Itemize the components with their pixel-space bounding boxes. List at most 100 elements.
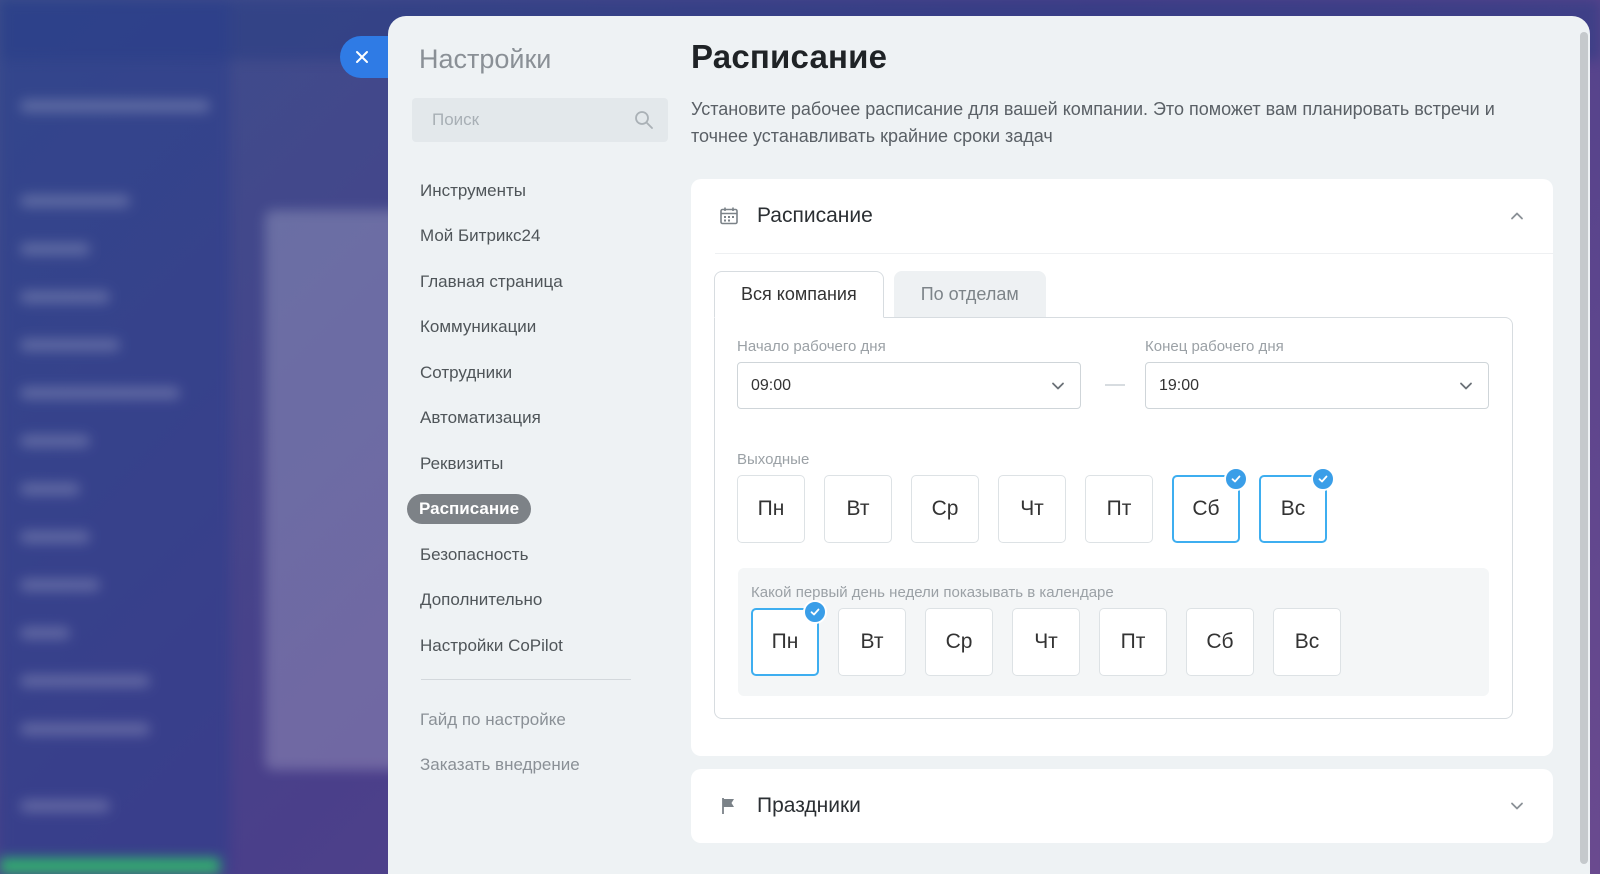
weekend-days: Пн Вт Ср Чт Пт Сб Вс <box>737 467 1335 543</box>
page-title: Расписание <box>691 38 888 75</box>
day-option[interactable]: Пт <box>1085 475 1153 543</box>
menu-item-additional[interactable]: Дополнительно <box>409 578 639 624</box>
menu-extra: Гайд по настройке Заказать внедрение <box>420 697 580 788</box>
day-label: Вт <box>860 630 884 653</box>
holidays-card: Праздники <box>691 769 1553 843</box>
settings-panel: Настройки Поиск Инструменты Мой Битрикс2… <box>388 16 1590 874</box>
chevron-down-icon <box>1460 382 1472 389</box>
day-label: Пт <box>1120 630 1146 653</box>
day-option[interactable]: Чт <box>1012 608 1080 676</box>
background-line <box>20 579 100 591</box>
setup-guide-link[interactable]: Гайд по настройке <box>420 697 580 743</box>
day-option[interactable]: Ср <box>925 608 993 676</box>
day-option[interactable]: Вс <box>1273 608 1341 676</box>
schedule-card-header[interactable]: Расписание <box>691 179 1553 253</box>
day-label: Чт <box>1034 630 1058 653</box>
background-line <box>20 800 110 812</box>
holidays-card-title: Праздники <box>757 794 861 817</box>
tab-by-departments[interactable]: По отделам <box>893 271 1046 318</box>
schedule-card-title: Расписание <box>757 204 873 227</box>
background-line <box>20 100 210 112</box>
time-range-dash <box>1105 384 1125 386</box>
day-label: Ср <box>945 630 973 653</box>
day-option[interactable]: Вт <box>838 608 906 676</box>
calendar-icon <box>720 207 738 225</box>
background-line <box>20 483 80 495</box>
menu-item-label: Расписание <box>407 494 532 525</box>
chevron-up-icon[interactable] <box>1509 208 1525 224</box>
day-label: Пн <box>771 630 799 653</box>
menu-item-my-bitrix24[interactable]: Мой Битрикс24 <box>409 214 639 260</box>
day-option[interactable]: Ср <box>911 475 979 543</box>
day-option[interactable]: Пн <box>751 600 827 676</box>
work-end-select[interactable]: 19:00 <box>1145 362 1489 409</box>
day-option[interactable]: Вс <box>1259 467 1335 543</box>
background-card <box>265 210 405 770</box>
day-option[interactable]: Пт <box>1099 608 1167 676</box>
tab-whole-company[interactable]: Вся компания <box>714 271 884 318</box>
schedule-card: Расписание Вся компания По отделам Начал… <box>691 179 1553 756</box>
work-end-label: Конец рабочего дня <box>1145 338 1284 355</box>
day-option[interactable]: Чт <box>998 475 1066 543</box>
menu-item-requisites[interactable]: Реквизиты <box>409 441 639 487</box>
menu-item-label: Коммуникации <box>420 317 537 337</box>
menu-item-security[interactable]: Безопасность <box>409 532 639 578</box>
menu-item-tools[interactable]: Инструменты <box>409 168 639 214</box>
first-day-section: Какой первый день недели показывать в ка… <box>738 568 1489 696</box>
day-label: Вс <box>1280 497 1306 520</box>
settings-title: Настройки <box>419 44 552 74</box>
search-placeholder: Поиск <box>432 110 480 129</box>
menu-item-label: Настройки CoPilot <box>420 635 563 655</box>
background-line <box>20 195 130 207</box>
day-option[interactable]: Сб <box>1172 467 1248 543</box>
day-option[interactable]: Пн <box>737 475 805 543</box>
day-label: Ср <box>931 497 959 520</box>
work-end-value: 19:00 <box>1159 376 1200 394</box>
chevron-down-icon[interactable] <box>1509 798 1525 814</box>
day-option[interactable]: Вт <box>824 475 892 543</box>
menu-item-label: Гайд по настройке <box>420 709 566 729</box>
checkmark-icon <box>803 600 827 624</box>
menu-item-employees[interactable]: Сотрудники <box>409 350 639 396</box>
close-icon <box>356 51 368 63</box>
menu-item-label: Безопасность <box>420 544 529 564</box>
background-line <box>20 675 150 687</box>
schedule-tabs: Вся компания По отделам <box>714 271 1046 318</box>
tab-content: Начало рабочего дня 09:00 Конец рабочего… <box>714 317 1513 719</box>
menu-item-label: Инструменты <box>420 180 527 200</box>
day-label: Сб <box>1206 630 1234 653</box>
day-label: Сб <box>1192 497 1220 520</box>
background-line <box>20 291 110 303</box>
menu-item-label: Сотрудники <box>420 362 513 382</box>
first-day-label: Какой первый день недели показывать в ка… <box>751 584 1114 601</box>
holidays-card-header[interactable]: Праздники <box>691 769 1553 843</box>
checkmark-icon <box>1224 467 1248 491</box>
background-line <box>20 627 70 639</box>
menu-item-schedule[interactable]: Расписание <box>407 487 639 533</box>
background-line <box>20 531 90 543</box>
work-start-select[interactable]: 09:00 <box>737 362 1081 409</box>
day-label: Пт <box>1106 497 1132 520</box>
close-button[interactable] <box>340 36 388 78</box>
card-divider <box>715 253 1553 254</box>
day-option[interactable]: Сб <box>1186 608 1254 676</box>
background-green-bar <box>0 858 220 874</box>
background-line <box>20 435 90 447</box>
search-icon <box>635 111 653 129</box>
menu-item-main-page[interactable]: Главная страница <box>409 259 639 305</box>
checkmark-icon <box>1311 467 1335 491</box>
menu-item-label: Заказать внедрение <box>420 755 580 775</box>
first-day-options: Пн Вт Ср Чт Пт Сб Вс <box>751 600 1341 676</box>
menu-item-label: Главная страница <box>420 271 563 291</box>
work-start-label: Начало рабочего дня <box>737 338 886 355</box>
menu-divider <box>421 679 631 680</box>
menu-item-label: Дополнительно <box>420 590 543 610</box>
scrollbar[interactable] <box>1580 32 1588 864</box>
menu-item-communications[interactable]: Коммуникации <box>409 305 639 351</box>
search-input[interactable]: Поиск <box>412 98 668 142</box>
menu-item-automation[interactable]: Автоматизация <box>409 396 639 442</box>
day-label: Пн <box>757 497 785 520</box>
order-implementation-link[interactable]: Заказать внедрение <box>420 743 580 789</box>
background-line <box>20 339 120 351</box>
menu-item-copilot-settings[interactable]: Настройки CoPilot <box>409 623 639 669</box>
